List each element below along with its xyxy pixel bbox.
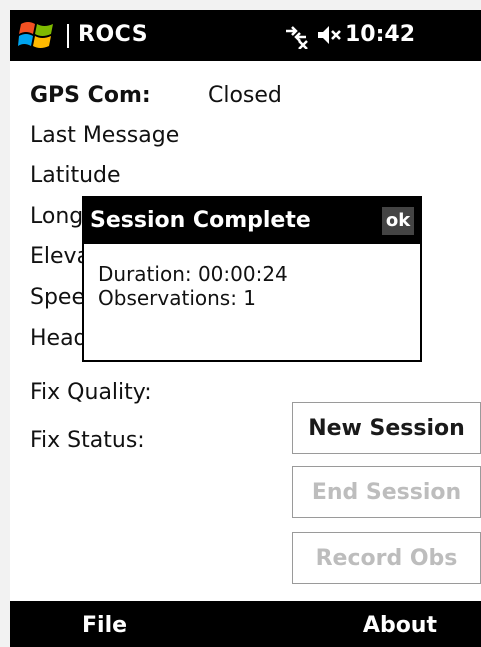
gps-com-value: Closed xyxy=(208,83,282,108)
connectivity-off-icon[interactable] xyxy=(282,21,310,49)
app-title: ROCS xyxy=(78,22,149,47)
windows-start-icon[interactable] xyxy=(18,18,56,54)
observations-text: Observations: 1 xyxy=(98,286,257,310)
record-obs-button[interactable]: Record Obs xyxy=(292,532,481,584)
duration-text: Duration: 00:00:24 xyxy=(98,262,288,286)
longitude-label: Long xyxy=(30,204,84,229)
dialog-body: Duration: 00:00:24 Observations: 1 xyxy=(98,262,288,310)
speed-label: Spee xyxy=(30,285,85,310)
title-divider xyxy=(67,24,69,48)
fix-quality-label: Fix Quality: xyxy=(30,380,152,405)
about-menu[interactable]: About xyxy=(363,613,437,638)
clock: 10:42 xyxy=(345,22,416,47)
end-session-button[interactable]: End Session xyxy=(292,466,481,518)
new-session-button[interactable]: New Session xyxy=(292,402,481,454)
file-menu[interactable]: File xyxy=(82,613,127,638)
dialog-header: Session Complete ok xyxy=(84,198,420,244)
session-complete-dialog: Session Complete ok Duration: 00:00:24 O… xyxy=(82,196,422,362)
device-frame: ROCS 10:42 GPS Com: Closed Last Message … xyxy=(0,0,481,647)
softkey-bar: File About xyxy=(10,601,481,647)
title-bar: ROCS 10:42 xyxy=(10,10,481,61)
latitude-label: Latitude xyxy=(30,163,121,188)
dialog-title: Session Complete xyxy=(90,208,311,233)
app-screen: ROCS 10:42 GPS Com: Closed Last Message … xyxy=(10,10,481,647)
gps-com-label: GPS Com: xyxy=(30,83,151,108)
speaker-muted-icon[interactable] xyxy=(316,22,344,48)
dialog-ok-button[interactable]: ok xyxy=(382,207,414,235)
fix-status-label: Fix Status: xyxy=(30,428,145,453)
heading-label: Head xyxy=(30,326,88,351)
last-message-label: Last Message xyxy=(30,123,180,148)
